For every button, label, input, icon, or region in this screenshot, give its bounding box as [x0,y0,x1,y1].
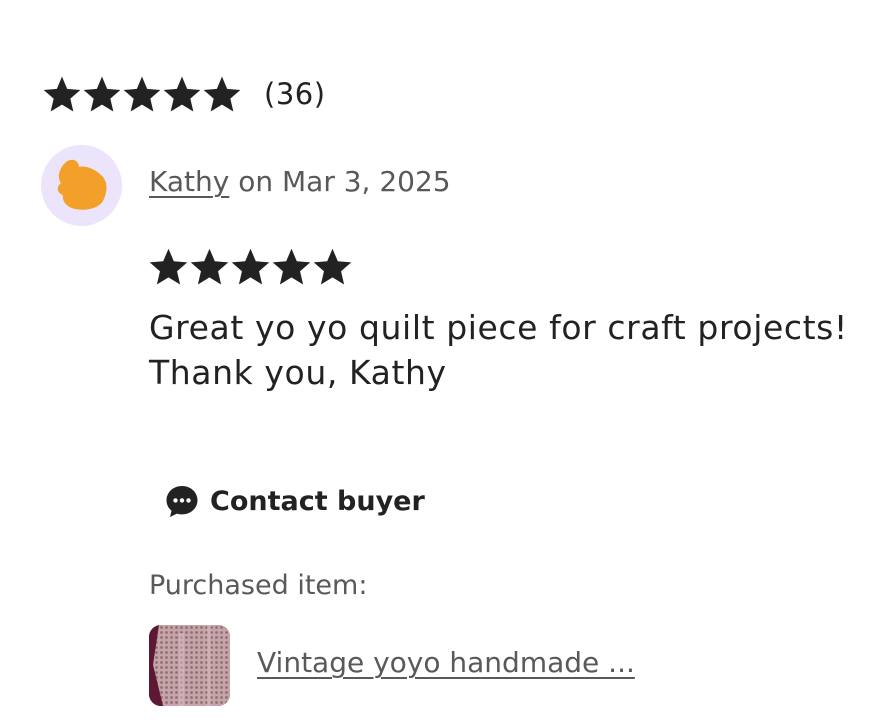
rating-summary: (36) [42,72,326,116]
review-text-line: Thank you, Kathy [149,353,447,392]
star-icon [272,248,311,285]
star-icon [190,248,229,285]
purchased-item-label: Purchased item: [149,570,368,601]
review-text-line: Great yo yo quilt piece for craft projec… [149,308,848,347]
purchased-item-thumbnail[interactable] [149,625,230,706]
star-icon [149,248,188,285]
contact-buyer-button[interactable]: Contact buyer [164,481,425,521]
review-byline: Kathy on Mar 3, 2025 [149,165,451,198]
star-icon [203,76,241,112]
review-rating-stars [148,246,353,287]
purchased-item-link[interactable]: Vintage yoyo handmade ... [257,646,635,679]
reviewer-avatar [41,145,122,226]
orange-blob-avatar-icon [57,159,107,210]
star-icon [313,248,352,285]
star-icon [123,76,161,112]
chat-bubble-icon [166,486,198,517]
star-icon [163,76,201,112]
quilt-thumbnail-icon [149,625,230,706]
star-icon [83,76,121,112]
rating-summary-stars [42,74,242,114]
star-icon [43,76,81,112]
review-text: Great yo yo quilt piece for craft projec… [149,305,879,395]
contact-buyer-label: Contact buyer [210,485,425,517]
review-date: on Mar 3, 2025 [229,165,451,198]
review-count: (36) [264,77,326,111]
star-icon [231,248,270,285]
reviewer-name-link[interactable]: Kathy [149,165,229,198]
